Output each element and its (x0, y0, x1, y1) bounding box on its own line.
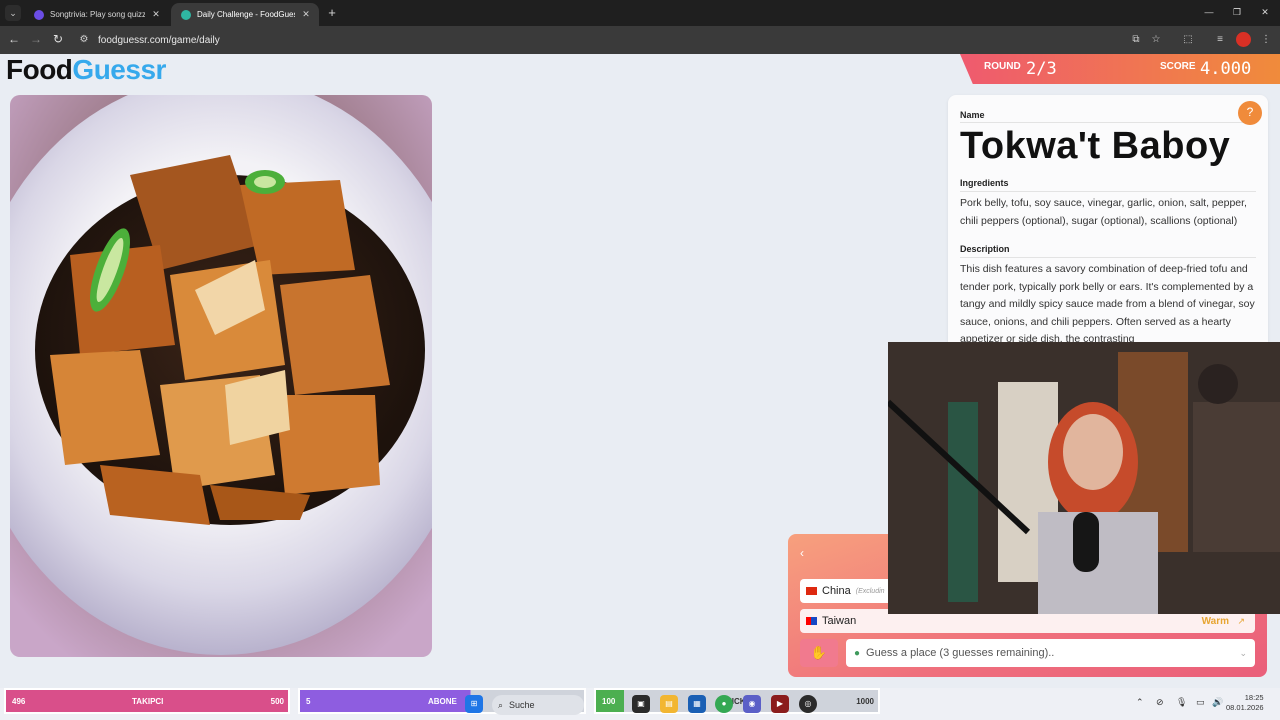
globe-icon: ● (854, 647, 861, 659)
foodguessr-logo[interactable]: FoodGuessr (6, 55, 166, 85)
score-label: SCORE (1160, 61, 1196, 72)
collapse-chevron-icon[interactable]: ‹ (800, 546, 804, 560)
goal-bar-takipci: 496 TAKIPCI 500 (4, 688, 290, 714)
warm-direction-icon: ↗ (1237, 615, 1245, 626)
divider (960, 257, 1256, 258)
goal-label: ABONE (428, 696, 457, 706)
tab-search-button[interactable]: ⌄ (5, 5, 21, 21)
network-icon[interactable]: ▭ (1196, 697, 1205, 708)
search-icon: ⌕ (498, 699, 504, 710)
tray-overflow-icon[interactable]: ⌃ (1136, 697, 1144, 708)
tab-title: Daily Challenge - FoodGuessr | (197, 10, 295, 19)
goal-label: TAKIPCI (132, 696, 164, 706)
taiwan-flag-icon (806, 617, 817, 625)
food-photo-image (10, 95, 432, 657)
logo-food: Food (6, 54, 73, 85)
webcam-overlay (888, 342, 1280, 614)
back-button[interactable]: ← (6, 32, 22, 48)
round-value: 2/3 (1026, 59, 1057, 79)
chevron-down-icon[interactable]: ⌄ (1239, 648, 1247, 659)
store-icon[interactable]: ▦ (688, 695, 706, 713)
guess-placeholder: Guess a place (3 guesses remaining).. (866, 647, 1055, 659)
dish-info-card: Name ? Tokwa't Baboy Ingredients Pork be… (948, 95, 1268, 355)
hint-button[interactable]: ✋ (800, 639, 838, 667)
profile-avatar[interactable] (1236, 32, 1251, 47)
windows-start-icon[interactable]: ⊞ (465, 695, 483, 713)
description-label: Description (960, 244, 1010, 254)
ingredients-text: Pork belly, tofu, soy sauce, vinegar, ga… (960, 197, 1247, 227)
close-window-button[interactable]: ✕ (1250, 0, 1280, 26)
divider (960, 191, 1256, 192)
microphone-icon[interactable]: 🎙 (1176, 697, 1187, 708)
dish-name: Tokwa't Baboy (960, 125, 1231, 167)
media-control-icon[interactable]: ≡ (1212, 32, 1228, 48)
guess-place-input[interactable]: ● Guess a place (3 guesses remaining).. … (846, 639, 1255, 667)
browser-tab-bar: ⌄ Songtrivia: Play song quizzes w ✕ Dail… (0, 0, 1280, 26)
minimize-button[interactable]: — (1194, 0, 1224, 26)
maximize-button[interactable]: ❐ (1222, 0, 1252, 26)
url-text[interactable]: foodguessr.com/game/daily (98, 35, 220, 46)
goal-current: 496 (12, 696, 26, 706)
ingredients-label: Ingredients (960, 178, 1009, 188)
china-flag-icon (806, 587, 817, 595)
file-explorer-icon[interactable]: ▤ (660, 695, 678, 713)
wifi-off-icon[interactable]: ⊘ (1156, 697, 1164, 708)
close-tab-icon[interactable]: ✕ (151, 9, 161, 20)
help-icon[interactable]: ? (1238, 101, 1262, 125)
guess-country: China (822, 585, 851, 597)
close-tab-icon[interactable]: ✕ (301, 9, 311, 20)
round-label: ROUND (984, 61, 1021, 72)
food-photo (10, 95, 432, 657)
site-info-icon[interactable]: ⚙ (78, 34, 90, 46)
score-value: 4.000 (1200, 59, 1252, 79)
new-tab-button[interactable]: + (325, 5, 339, 21)
foodguessr-favicon-icon (181, 9, 191, 20)
clock-time: 18:25 (1244, 693, 1264, 702)
task-view-icon[interactable]: ▣ (632, 695, 650, 713)
divider (960, 122, 1256, 123)
songtrivia-favicon-icon (34, 9, 44, 20)
bookmark-star-icon[interactable]: ☆ (1148, 32, 1164, 48)
address-bar[interactable]: ⚙ foodguessr.com/game/daily (78, 30, 1118, 50)
taskbar-search-label: Suche (509, 700, 535, 710)
goal-target: 500 (270, 696, 284, 706)
tab-songtrivia[interactable]: Songtrivia: Play song quizzes w ✕ (24, 3, 169, 26)
extensions-icon[interactable]: ⬚ (1180, 32, 1196, 48)
taskbar-search[interactable]: ⌕ Suche (492, 695, 584, 715)
guess-note: (Excludin (855, 587, 885, 595)
install-app-icon[interactable]: ⧉ (1128, 32, 1144, 48)
clock-date: 08.01.2026 (1226, 703, 1264, 712)
goal-current: 5 (306, 696, 311, 706)
video-app-icon[interactable]: ▶ (771, 695, 789, 713)
webcam-image (888, 342, 1280, 614)
description-text: This dish features a savory combination … (960, 263, 1255, 345)
chrome-icon[interactable]: ● (715, 695, 733, 713)
name-label: Name (960, 110, 985, 120)
warm-hint: Warm (1201, 615, 1229, 627)
guess-country: Taiwan (822, 615, 857, 627)
tab-title: Songtrivia: Play song quizzes w (50, 10, 145, 19)
discord-icon[interactable]: ◉ (743, 695, 761, 713)
browser-menu-icon[interactable]: ⋮ (1258, 32, 1274, 48)
logo-guessr: Guessr (72, 54, 166, 85)
forward-button[interactable]: → (28, 32, 44, 48)
round-score-banner: ROUND 2/3 SCORE 4.000 (960, 54, 1280, 84)
volume-icon[interactable]: 🔊 (1212, 697, 1223, 708)
reload-button[interactable]: ↻ (50, 32, 66, 48)
browser-toolbar: ← → ↻ ⚙ foodguessr.com/game/daily ⧉ ☆ ⬚ … (0, 26, 1280, 54)
obs-icon[interactable]: ◎ (799, 695, 817, 713)
tab-foodguessr[interactable]: Daily Challenge - FoodGuessr | ✕ (171, 3, 319, 26)
goal-current: 100 (602, 696, 616, 706)
taskbar-clock[interactable]: 18:25 08.01.2026 (1226, 693, 1264, 713)
goal-target: 1000 (856, 696, 874, 706)
